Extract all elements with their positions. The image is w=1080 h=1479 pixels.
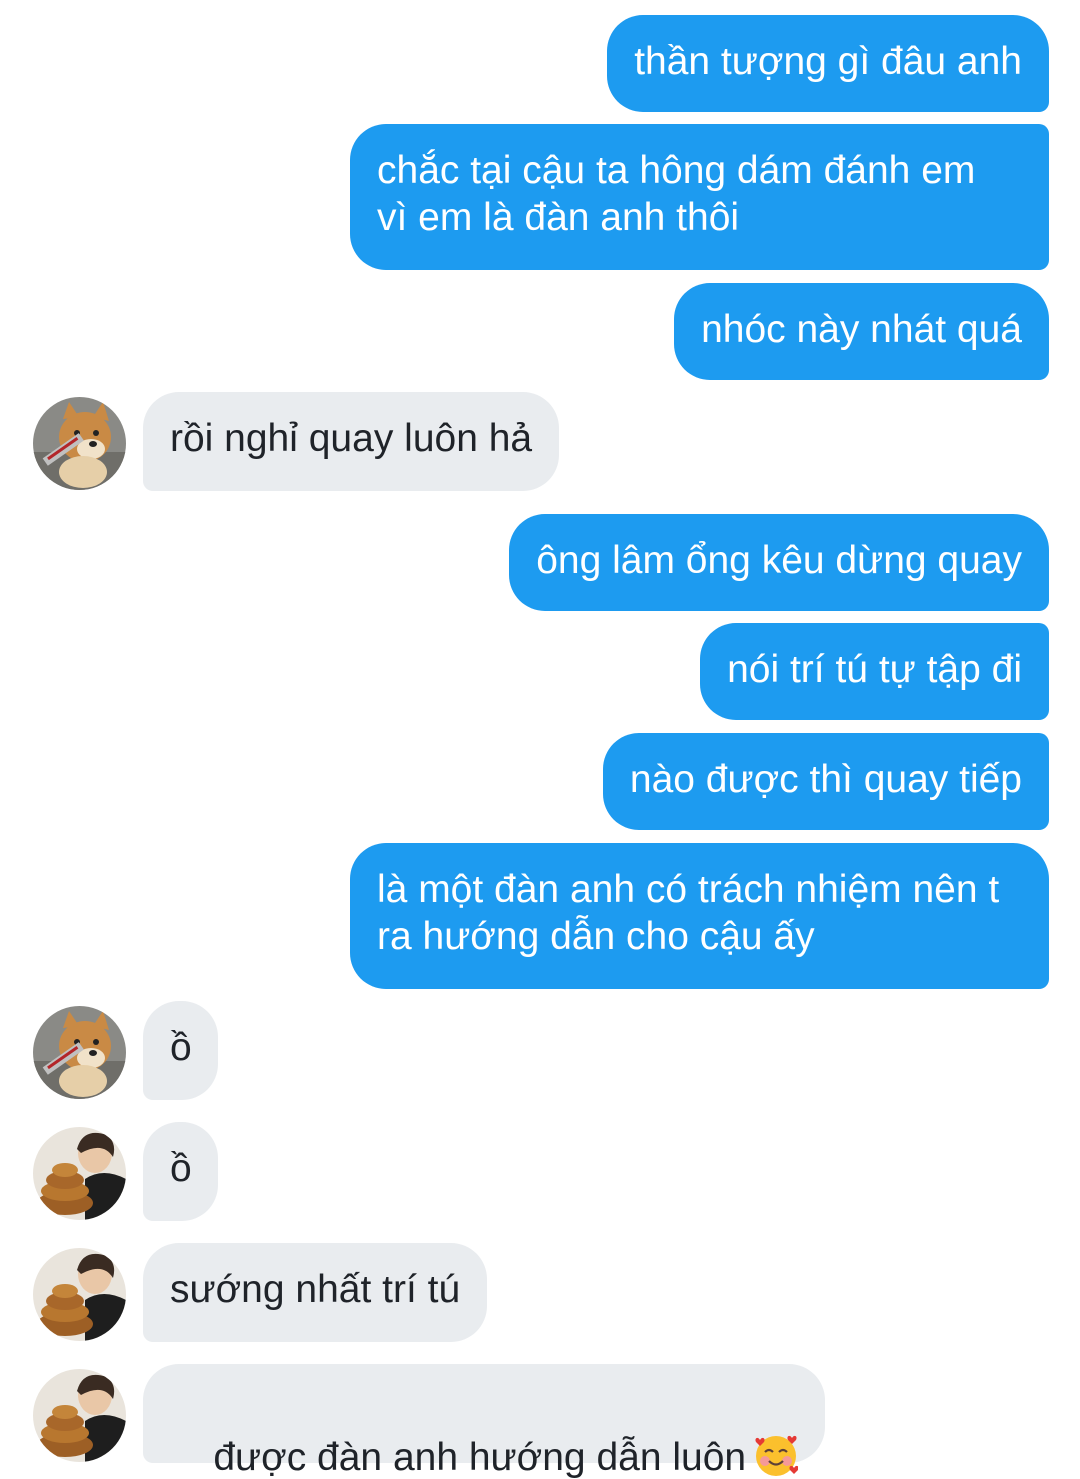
- message-text: được đàn anh hướng dẫn luôn: [213, 1436, 747, 1479]
- message-bubble-outgoing[interactable]: thần tượng gì đâu anh: [607, 15, 1049, 112]
- smiling-face-with-hearts-icon: [754, 1434, 799, 1478]
- person-with-bread-avatar[interactable]: [33, 1248, 126, 1341]
- message-bubble-outgoing[interactable]: nhóc này nhát quá: [674, 283, 1049, 380]
- message-bubble-incoming[interactable]: rồi nghỉ quay luôn hả: [143, 392, 560, 491]
- message-bubble-outgoing[interactable]: ông lâm ổng kêu dừng quay: [509, 514, 1049, 611]
- message-bubble-incoming[interactable]: sướng nhất trí tú: [143, 1243, 488, 1342]
- message-bubble-incoming[interactable]: được đàn anh hướng dẫn luôn: [143, 1364, 826, 1479]
- message-bubble-outgoing[interactable]: nói trí tú tự tập đi: [700, 623, 1049, 720]
- message-bubble-outgoing[interactable]: là một đàn anh có trách nhiệm nên t ra h…: [350, 843, 1049, 989]
- chat-thread: thần tượng gì đâu anh chắc tại cậu ta hô…: [0, 0, 1080, 1479]
- message-bubble-incoming[interactable]: ồ: [143, 1122, 218, 1221]
- person-with-bread-avatar[interactable]: [33, 1369, 126, 1462]
- message-bubble-outgoing[interactable]: chắc tại cậu ta hông dám đánh em vì em l…: [350, 124, 1049, 270]
- person-with-bread-avatar[interactable]: [33, 1127, 126, 1220]
- message-bubble-outgoing[interactable]: nào được thì quay tiếp: [602, 733, 1049, 830]
- shiba-dog-avatar[interactable]: [33, 397, 126, 490]
- shiba-dog-avatar[interactable]: [33, 1006, 126, 1099]
- message-bubble-incoming[interactable]: ồ: [143, 1001, 218, 1100]
